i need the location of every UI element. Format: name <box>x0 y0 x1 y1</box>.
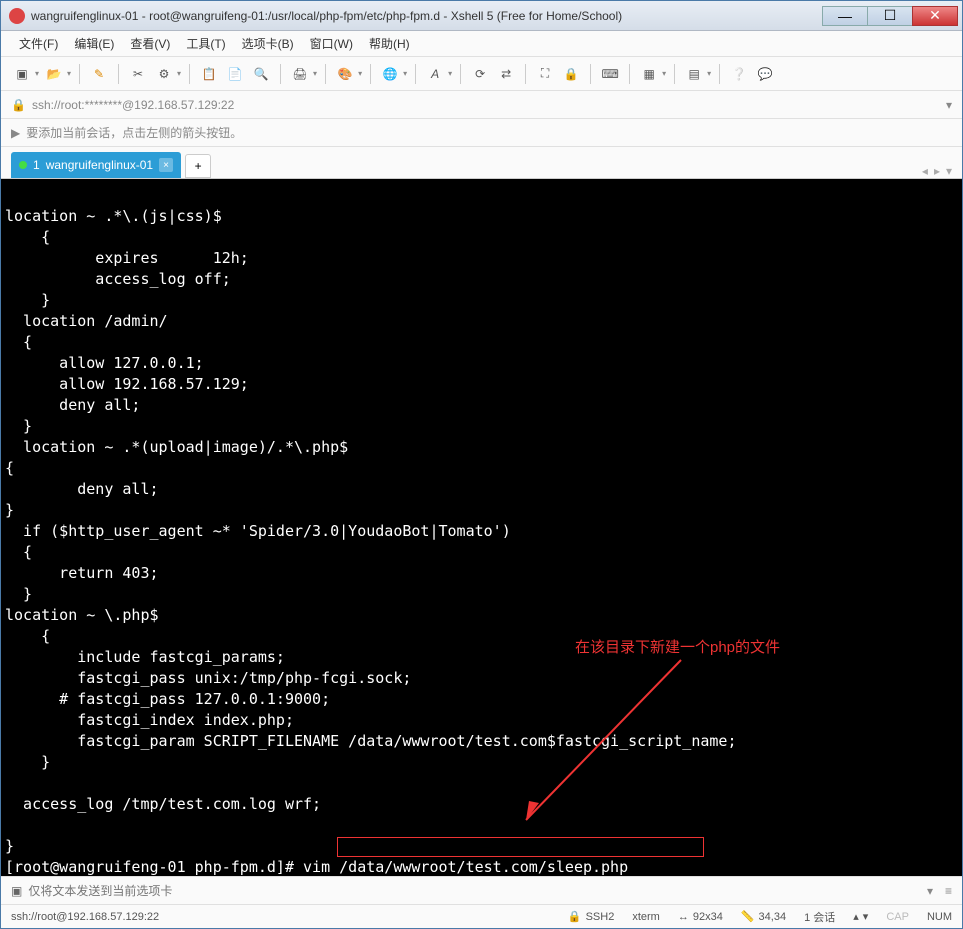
window-title: wangruifenglinux-01 - root@wangruifeng-0… <box>31 9 822 23</box>
reconnect-button[interactable]: ✎ <box>88 63 110 85</box>
ruler-icon: 📏 <box>741 910 755 923</box>
hint-bar: ▶ 要添加当前会话，点击左侧的箭头按钮。 <box>1 119 962 147</box>
refresh-button[interactable]: ⟳ <box>469 63 491 85</box>
disconnect-button[interactable]: ✂ <box>127 63 149 85</box>
open-button[interactable]: 📂 <box>43 63 65 85</box>
tile-button[interactable]: ▤ <box>683 63 705 85</box>
copy-button[interactable]: 📋 <box>198 63 220 85</box>
command-input-bar: ▣ ▾ ≡ <box>1 876 962 904</box>
lang-button[interactable]: 🌐 <box>379 63 401 85</box>
hint-icon: ▶ <box>11 126 20 140</box>
tab-next-button[interactable]: ▸ <box>934 164 940 178</box>
transfer-button[interactable]: ⇄ <box>495 63 517 85</box>
app-icon <box>9 8 25 24</box>
status-size: 92x34 <box>693 911 723 923</box>
properties-button[interactable]: ⚙ <box>153 63 175 85</box>
status-connection: ssh://root@192.168.57.129:22 <box>11 911 550 923</box>
tab-prev-button[interactable]: ◂ <box>922 164 928 178</box>
resize-icon: ↔ <box>678 911 689 923</box>
new-session-button[interactable]: ▣ <box>11 63 33 85</box>
about-button[interactable]: 💬 <box>754 63 776 85</box>
highlight-box <box>337 837 704 857</box>
menu-view[interactable]: 查看(V) <box>122 31 178 56</box>
status-protocol: SSH2 <box>586 911 615 923</box>
command-icon: ▣ <box>11 884 22 898</box>
hint-text: 要添加当前会话，点击左侧的箭头按钮。 <box>26 124 242 141</box>
address-dropdown[interactable]: ▾ <box>946 98 952 112</box>
annotation-text: 在该目录下新建一个php的文件 <box>575 637 780 658</box>
menu-help[interactable]: 帮助(H) <box>361 31 418 56</box>
menu-tools[interactable]: 工具(T) <box>178 31 233 56</box>
print-button[interactable]: 🖨 <box>289 63 311 85</box>
layout-button[interactable]: ▦ <box>638 63 660 85</box>
command-input[interactable] <box>28 884 921 898</box>
menu-tab[interactable]: 选项卡(B) <box>234 31 302 56</box>
status-term: xterm <box>632 911 660 923</box>
fullscreen-button[interactable]: ⛶ <box>534 63 556 85</box>
titlebar: wangruifenglinux-01 - root@wangruifeng-0… <box>1 1 962 31</box>
lock-icon: 🔒 <box>11 98 26 112</box>
address-bar: 🔒 ssh://root:********@192.168.57.129:22 … <box>1 91 962 119</box>
tab-close-button[interactable]: × <box>159 158 173 172</box>
keyboard-button[interactable]: ⌨ <box>599 63 621 85</box>
input-dropdown[interactable]: ▾ <box>927 884 933 898</box>
tab-bar: 1 wangruifenglinux-01 × + ◂ ▸ ▾ <box>1 147 962 179</box>
add-tab-button[interactable]: + <box>185 154 211 178</box>
session-tab[interactable]: 1 wangruifenglinux-01 × <box>11 152 181 178</box>
input-menu-button[interactable]: ≡ <box>945 884 952 898</box>
status-bar: ssh://root@192.168.57.129:22 🔒 SSH2 xterm… <box>1 904 962 928</box>
font-button[interactable]: A <box>424 63 446 85</box>
down-icon: ▾ <box>863 910 869 923</box>
menu-file[interactable]: 文件(F) <box>11 31 66 56</box>
menu-window[interactable]: 窗口(W) <box>302 31 361 56</box>
up-icon: ▴ <box>853 910 859 923</box>
color-button[interactable]: 🎨 <box>334 63 356 85</box>
paste-button[interactable]: 📄 <box>224 63 246 85</box>
status-sessions: 1 会话 <box>804 909 835 925</box>
minimize-button[interactable]: — <box>822 6 868 26</box>
menu-edit[interactable]: 编辑(E) <box>66 31 122 56</box>
lock-icon: 🔒 <box>568 910 582 923</box>
lock-button[interactable]: 🔒 <box>560 63 582 85</box>
toolbar: ▣▾ 📂▾ ✎ ✂ ⚙▾ 📋 📄 🔍 🖨▾ 🎨▾ 🌐▾ A▾ ⟳ ⇄ ⛶ 🔒 ⌨… <box>1 57 962 91</box>
menubar: 文件(F) 编辑(E) 查看(V) 工具(T) 选项卡(B) 窗口(W) 帮助(… <box>1 31 962 57</box>
terminal[interactable]: location ~ .*\.(js|css)$ { expires 12h; … <box>1 179 962 876</box>
tab-label: wangruifenglinux-01 <box>46 158 153 172</box>
status-dot-icon <box>19 161 27 169</box>
tab-index: 1 <box>33 158 40 172</box>
maximize-button[interactable]: ☐ <box>867 6 913 26</box>
status-cap: CAP <box>886 911 909 923</box>
tab-list-button[interactable]: ▾ <box>946 164 952 178</box>
help-button[interactable]: ❔ <box>728 63 750 85</box>
status-cursor: 34,34 <box>759 911 787 923</box>
status-num: NUM <box>927 911 952 923</box>
find-button[interactable]: 🔍 <box>250 63 272 85</box>
address-text[interactable]: ssh://root:********@192.168.57.129:22 <box>32 98 940 112</box>
close-button[interactable]: ✕ <box>912 6 958 26</box>
